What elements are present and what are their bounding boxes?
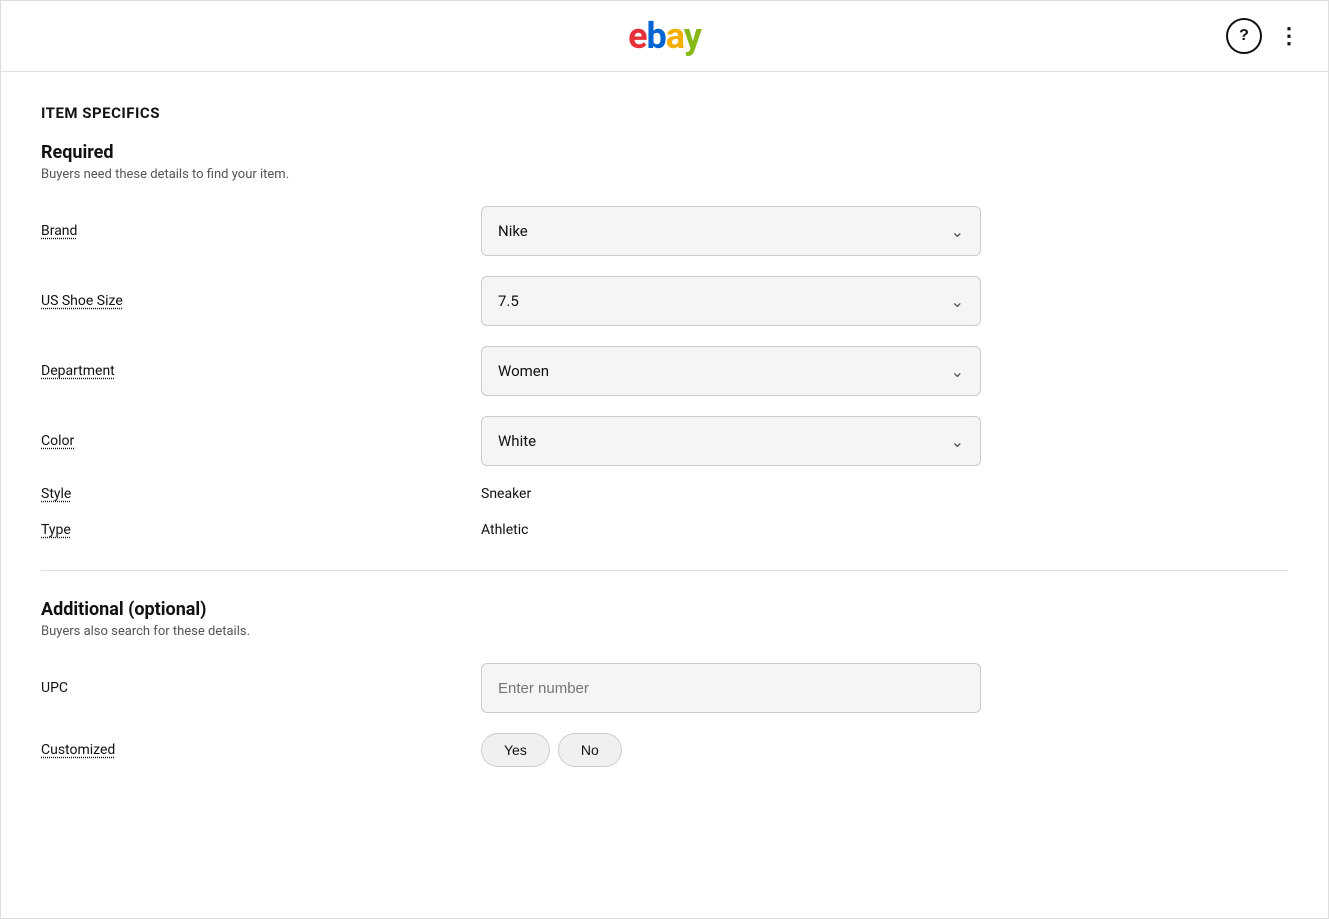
- logo-e: e: [628, 15, 646, 57]
- upc-input[interactable]: [481, 663, 981, 713]
- color-dropdown[interactable]: White ⌄: [481, 416, 981, 466]
- section-title: ITEM SPECIFICS: [41, 104, 1288, 122]
- customized-toggle-group: Yes No: [481, 733, 622, 767]
- department-field-row: Department Women ⌄: [41, 346, 1288, 396]
- type-field-row: Type Athletic: [41, 522, 1288, 538]
- more-menu-button[interactable]: ⋮: [1274, 21, 1304, 51]
- color-label: Color: [41, 433, 481, 449]
- shoe-size-field-row: US Shoe Size 7.5 ⌄: [41, 276, 1288, 326]
- upc-label: UPC: [41, 680, 481, 696]
- app-container: ebay ? ⋮ ITEM SPECIFICS Required Buyers …: [0, 0, 1329, 919]
- type-label: Type: [41, 522, 481, 538]
- required-section: Required Buyers need these details to fi…: [41, 142, 1288, 538]
- color-value: White: [498, 432, 536, 450]
- brand-chevron-icon: ⌄: [951, 222, 964, 241]
- additional-section: Additional (optional) Buyers also search…: [41, 599, 1288, 767]
- customized-yes-button[interactable]: Yes: [481, 733, 550, 767]
- customized-field-row: Customized Yes No: [41, 733, 1288, 767]
- additional-description: Buyers also search for these details.: [41, 624, 1288, 639]
- ebay-logo: ebay: [628, 15, 701, 57]
- section-divider: [41, 570, 1288, 571]
- additional-title: Additional (optional): [41, 599, 1288, 620]
- help-button[interactable]: ?: [1226, 18, 1262, 54]
- type-value: Athletic: [481, 522, 528, 538]
- brand-value: Nike: [498, 222, 528, 240]
- shoe-size-chevron-icon: ⌄: [951, 292, 964, 311]
- shoe-size-value: 7.5: [498, 292, 519, 310]
- logo-a: a: [666, 15, 684, 57]
- brand-field-row: Brand Nike ⌄: [41, 206, 1288, 256]
- brand-dropdown[interactable]: Nike ⌄: [481, 206, 981, 256]
- style-value: Sneaker: [481, 486, 531, 502]
- required-title: Required: [41, 142, 1288, 163]
- color-field-row: Color White ⌄: [41, 416, 1288, 466]
- required-description: Buyers need these details to find your i…: [41, 167, 1288, 182]
- brand-label: Brand: [41, 223, 481, 239]
- shoe-size-label: US Shoe Size: [41, 293, 481, 309]
- more-icon: ⋮: [1278, 25, 1300, 47]
- shoe-size-dropdown[interactable]: 7.5 ⌄: [481, 276, 981, 326]
- department-label: Department: [41, 363, 481, 379]
- customized-no-button[interactable]: No: [558, 733, 622, 767]
- department-value: Women: [498, 362, 549, 380]
- main-content: ITEM SPECIFICS Required Buyers need thes…: [1, 72, 1328, 918]
- style-label: Style: [41, 486, 481, 502]
- upc-field-row: UPC: [41, 663, 1288, 713]
- department-chevron-icon: ⌄: [951, 362, 964, 381]
- logo-b: b: [647, 15, 666, 57]
- header: ebay ? ⋮: [1, 1, 1328, 72]
- header-actions: ? ⋮: [1226, 18, 1304, 54]
- style-field-row: Style Sneaker: [41, 486, 1288, 502]
- color-chevron-icon: ⌄: [951, 432, 964, 451]
- customized-label: Customized: [41, 742, 481, 758]
- department-dropdown[interactable]: Women ⌄: [481, 346, 981, 396]
- logo-y: y: [684, 15, 701, 57]
